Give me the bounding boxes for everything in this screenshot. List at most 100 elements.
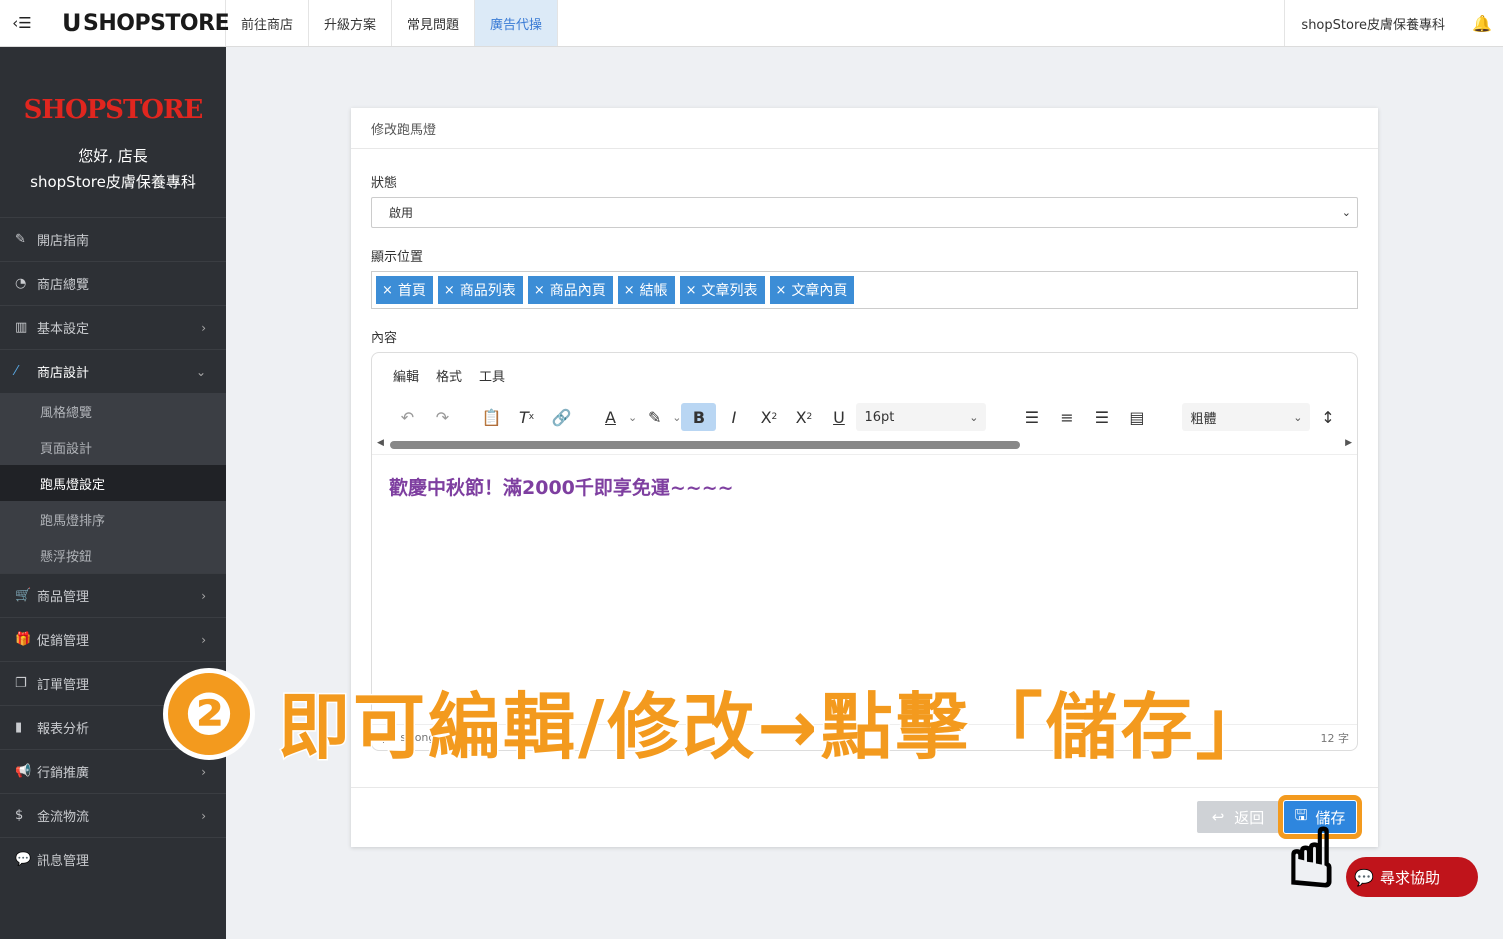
tag-checkout[interactable]: × 結帳 bbox=[617, 276, 675, 304]
underline-icon[interactable]: U bbox=[821, 403, 856, 431]
menu-tools[interactable]: 工具 bbox=[479, 366, 505, 385]
editor-toolbar: ↶ ↷ 📋 Tx 🔗 A ⌄ ✎ ⌄ B I X2 X2 U 16pt ⌄ ☰ ≡… bbox=[372, 397, 1357, 437]
scroll-thumb[interactable] bbox=[390, 441, 1020, 449]
tag-product-list[interactable]: × 商品列表 bbox=[437, 276, 523, 304]
text-color-icon[interactable]: A bbox=[593, 403, 628, 431]
chevron-down-icon: ⌄ bbox=[1293, 410, 1303, 424]
sidebar-sub-page[interactable]: 頁面設計 bbox=[0, 429, 226, 465]
sidebar-item-label: 訂單管理 bbox=[37, 678, 90, 693]
dashboard-icon: ◔ bbox=[15, 276, 27, 291]
sidebar-item-products[interactable]: 🛒 商品管理 › bbox=[0, 573, 226, 617]
help-button[interactable]: 💬 尋求協助 bbox=[1346, 857, 1478, 897]
chevron-down-icon[interactable]: ⌄ bbox=[628, 411, 637, 424]
remove-tag-icon[interactable]: × bbox=[382, 283, 393, 298]
sidebar-item-label: 商店設計 bbox=[37, 366, 90, 381]
remove-tag-icon[interactable]: × bbox=[686, 283, 697, 298]
paste-icon[interactable]: 📋 bbox=[474, 403, 509, 431]
content-label: 內容 bbox=[371, 331, 398, 346]
line-height-icon[interactable]: ↕ bbox=[1310, 403, 1345, 431]
bell-icon[interactable]: 🔔 bbox=[1461, 0, 1503, 46]
sidebar-item-design[interactable]: ⁄ 商店設計 ⌄ bbox=[0, 349, 226, 393]
sidebar-item-overview[interactable]: ◔ 商店總覽 bbox=[0, 261, 226, 305]
remove-tag-icon[interactable]: × bbox=[534, 283, 545, 298]
sidebar-item-payment[interactable]: $ 金流物流 › bbox=[0, 793, 226, 837]
link-icon[interactable]: 🔗 bbox=[544, 403, 579, 431]
nav-upgrade[interactable]: 升級方案 bbox=[309, 0, 393, 46]
status-select-value: 啟用 bbox=[389, 206, 414, 220]
align-center-icon[interactable]: ≡ bbox=[1049, 403, 1084, 431]
align-left-icon[interactable]: ☰ bbox=[1014, 403, 1049, 431]
italic-icon[interactable]: I bbox=[716, 403, 751, 431]
megaphone-icon: 📢 bbox=[15, 764, 32, 779]
sidebar-store-name: shopStore皮膚保養專科 bbox=[30, 173, 196, 191]
brand-text: SHOPSTORE bbox=[83, 10, 230, 36]
sidebar-item-label: 開店指南 bbox=[37, 234, 90, 249]
subscript-icon[interactable]: X2 bbox=[751, 403, 786, 431]
brand-logo[interactable]: ᑌ SHOPSTORE bbox=[44, 0, 230, 46]
align-justify-icon[interactable]: ▤ bbox=[1119, 403, 1154, 431]
nav-faq[interactable]: 常見問題 bbox=[392, 0, 476, 46]
sidebar-item-label: 商店總覽 bbox=[37, 278, 90, 293]
help-button-label: 尋求協助 bbox=[1380, 868, 1441, 887]
sidebar-item-messages[interactable]: 💬 訊息管理 bbox=[0, 837, 226, 881]
font-weight-select[interactable]: 粗體 ⌄ bbox=[1182, 403, 1311, 431]
bold-icon[interactable]: B bbox=[681, 403, 717, 431]
sidebar-item-promo[interactable]: 🎁 促銷管理 › bbox=[0, 617, 226, 661]
tag-label: 商品內頁 bbox=[549, 283, 606, 299]
undo-icon[interactable]: ↶ bbox=[390, 403, 425, 431]
toolbar-scrollbar[interactable]: ◀ ▶ bbox=[372, 437, 1357, 454]
menu-format[interactable]: 格式 bbox=[436, 366, 462, 385]
sidebar-sub-float-button[interactable]: 懸浮按鈕 bbox=[0, 537, 226, 573]
sidebar-sub-style[interactable]: 風格總覽 bbox=[0, 393, 226, 429]
chevron-down-icon: ⌄ bbox=[969, 410, 979, 424]
tag-article-page[interactable]: × 文章內頁 bbox=[769, 276, 855, 304]
position-multiselect[interactable]: × 首頁 × 商品列表 × 商品內頁 × 結帳 × 文章列表 × 文章內頁 bbox=[371, 271, 1358, 309]
store-name-menu[interactable]: shopStore皮膚保養專科 bbox=[1284, 0, 1461, 46]
font-size-select[interactable]: 16pt ⌄ bbox=[856, 403, 987, 431]
design-submenu: 風格總覽 頁面設計 跑馬燈設定 跑馬燈排序 懸浮按鈕 bbox=[0, 393, 226, 573]
sidebar-sub-marquee-order[interactable]: 跑馬燈排序 bbox=[0, 501, 226, 537]
menu-edit[interactable]: 編輯 bbox=[393, 366, 419, 385]
status-select[interactable]: 啟用 ⌄ bbox=[371, 197, 1358, 228]
copy-icon: ❐ bbox=[15, 676, 27, 691]
marquee-text[interactable]: 歡慶中秋節！滿2000千即享免運~~~~ bbox=[389, 473, 1357, 500]
sidebar-item-label: 報表分析 bbox=[37, 722, 90, 737]
sidebar-header: SHOPSTORE 您好, 店長 shopStore皮膚保養專科 bbox=[0, 47, 226, 217]
chevron-right-icon: › bbox=[201, 764, 206, 779]
sidebar-item-basic[interactable]: ▥ 基本設定 › bbox=[0, 305, 226, 349]
remove-tag-icon[interactable]: × bbox=[444, 283, 455, 298]
highlight-icon[interactable]: ✎ bbox=[637, 403, 672, 431]
chevron-down-icon[interactable]: ⌄ bbox=[672, 411, 681, 424]
sidebar-sub-marquee[interactable]: 跑馬燈設定 bbox=[0, 465, 226, 501]
chevron-right-icon: › bbox=[201, 632, 206, 647]
scroll-right-icon[interactable]: ▶ bbox=[1345, 438, 1352, 448]
tag-label: 結帳 bbox=[639, 283, 668, 299]
chat-icon: 💬 bbox=[15, 852, 32, 867]
top-navbar: ‹☰ ᑌ SHOPSTORE 前往商店 升級方案 常見問題 廣告代操 shopSt… bbox=[0, 0, 1503, 47]
tag-home[interactable]: × 首頁 bbox=[376, 276, 433, 304]
scroll-left-icon[interactable]: ◀ bbox=[377, 438, 384, 448]
sidebar-toggle-icon[interactable]: ‹☰ bbox=[0, 0, 44, 46]
align-right-icon[interactable]: ☰ bbox=[1084, 403, 1119, 431]
editor-menubar: 編輯 格式 工具 bbox=[372, 353, 1357, 397]
redo-icon[interactable]: ↷ bbox=[425, 403, 460, 431]
nav-ads[interactable]: 廣告代操 bbox=[475, 0, 559, 46]
sidebar-item-guide[interactable]: ✎ 開店指南 bbox=[0, 217, 226, 261]
remove-tag-icon[interactable]: × bbox=[776, 283, 787, 298]
clear-format-icon[interactable]: Tx bbox=[509, 403, 544, 431]
bank-icon: ▥ bbox=[15, 320, 28, 335]
word-count: 12 字 bbox=[1320, 731, 1350, 745]
sidebar-item-label: 金流物流 bbox=[37, 810, 90, 825]
superscript-icon[interactable]: X2 bbox=[786, 403, 821, 431]
sidebar: SHOPSTORE 您好, 店長 shopStore皮膚保養專科 ✎ 開店指南 ◔… bbox=[0, 47, 226, 939]
position-label: 顯示位置 bbox=[371, 250, 424, 265]
magic-wand-icon: ⁄ bbox=[15, 364, 18, 379]
tag-article-list[interactable]: × 文章列表 bbox=[679, 276, 765, 304]
back-button[interactable]: ↩ 返回 bbox=[1197, 801, 1279, 833]
sidebar-item-label: 商品管理 bbox=[37, 590, 90, 605]
chevron-down-icon: ⌄ bbox=[1341, 206, 1351, 219]
tag-label: 首頁 bbox=[397, 283, 426, 299]
nav-go-store[interactable]: 前往商店 bbox=[226, 0, 310, 46]
tag-product-page[interactable]: × 商品內頁 bbox=[527, 276, 613, 304]
remove-tag-icon[interactable]: × bbox=[624, 283, 635, 298]
